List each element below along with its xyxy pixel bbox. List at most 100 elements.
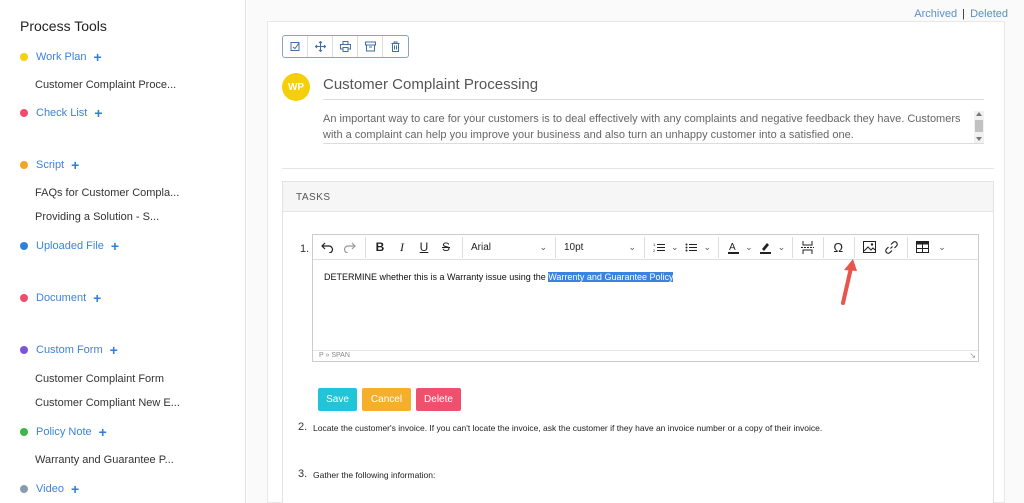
sidebar-category-script[interactable]: Script + [20, 157, 79, 173]
archived-link[interactable]: Archived [914, 8, 957, 20]
redo-icon[interactable] [339, 237, 359, 257]
bold-icon[interactable]: B [370, 237, 390, 257]
sidebar-item[interactable]: Warranty and Guarantee P... [35, 453, 174, 467]
bullet-list-icon[interactable] [682, 237, 702, 257]
category-dot [20, 485, 28, 493]
editor-statusbar: P » SPAN [313, 350, 978, 361]
category-dot [20, 161, 28, 169]
sidebar-category-document[interactable]: Document + [20, 290, 101, 306]
toolbar-separator [644, 236, 645, 258]
sidebar-category-work-plan[interactable]: Work Plan + [20, 49, 102, 65]
category-label: Custom Form [36, 344, 103, 356]
sidebar-item[interactable]: Customer Complaint Form [35, 372, 164, 386]
category-dot [20, 346, 28, 354]
font-family-value: Arial [471, 241, 492, 253]
category-dot [20, 53, 28, 61]
numbered-list-icon[interactable]: 12 [649, 237, 669, 257]
add-icon[interactable]: + [99, 425, 107, 439]
add-icon[interactable]: + [94, 106, 102, 120]
table-icon[interactable] [912, 237, 932, 257]
underline-icon[interactable]: U [414, 237, 434, 257]
main-content: Archived | Deleted WP Customer Complaint… [247, 0, 1024, 503]
editor-toolbar: B I U S Arial ⌄ 10pt ⌄ 1 2 ⌄ ⌄ A ⌄ ⌄ Ω ⌄ [313, 235, 978, 260]
category-label: Uploaded File [36, 240, 104, 252]
delete-button[interactable]: Delete [416, 388, 461, 411]
task-text[interactable]: Gather the following information: [313, 470, 435, 480]
undo-icon[interactable] [317, 237, 337, 257]
chevron-down-icon[interactable]: ⌄ [671, 242, 679, 253]
sidebar-item[interactable]: Providing a Solution - S... [35, 210, 159, 224]
toolbar-separator [462, 236, 463, 258]
print-icon[interactable] [333, 36, 358, 57]
chevron-down-icon[interactable]: ⌄ [704, 242, 712, 253]
add-icon[interactable]: + [110, 343, 118, 357]
task-number: 2. [298, 421, 308, 433]
deleted-link[interactable]: Deleted [970, 8, 1008, 20]
toolbar-separator [907, 236, 909, 258]
add-icon[interactable]: + [94, 50, 102, 64]
toolbar-separator [555, 236, 556, 258]
image-icon[interactable] [859, 237, 879, 257]
category-dot [20, 428, 28, 436]
task-number: 1. [300, 243, 310, 255]
trash-icon[interactable] [383, 36, 408, 57]
page-title[interactable]: Customer Complaint Processing [323, 76, 984, 100]
font-size-select[interactable]: 10pt ⌄ [560, 237, 640, 257]
cancel-button[interactable]: Cancel [362, 388, 411, 411]
process-toolbar [282, 35, 409, 58]
sidebar-category-check-list[interactable]: Check List + [20, 105, 103, 121]
move-icon[interactable] [308, 36, 333, 57]
scroll-down-icon[interactable] [976, 137, 982, 141]
page-break-icon[interactable] [797, 237, 817, 257]
description-scrollbar[interactable] [974, 111, 984, 143]
chevron-down-icon[interactable]: ⌄ [745, 242, 753, 253]
sidebar-category-video[interactable]: Video + [20, 481, 79, 497]
font-size-value: 10pt [564, 241, 584, 253]
highlight-color-icon[interactable] [756, 237, 776, 257]
chevron-down-icon: ⌄ [628, 241, 636, 252]
sidebar-item[interactable]: Customer Complaint Proce... [35, 78, 176, 92]
link-icon[interactable] [881, 237, 901, 257]
strikethrough-icon[interactable]: S [436, 237, 456, 257]
svg-text:A: A [729, 242, 736, 253]
process-panel: WP Customer Complaint Processing An impo… [267, 21, 1005, 503]
link-separator: | [962, 8, 966, 20]
archive-icon[interactable] [358, 36, 383, 57]
toolbar-separator [823, 236, 825, 258]
add-icon[interactable]: + [93, 291, 101, 305]
toolbar-separator [718, 236, 720, 258]
sidebar-category-policy-note[interactable]: Policy Note + [20, 424, 107, 440]
selected-text[interactable]: Warrenty and Guarantee Policy [548, 272, 674, 282]
toolbar-separator [854, 236, 856, 258]
task-text[interactable]: Locate the customer's invoice. If you ca… [313, 423, 822, 433]
add-icon[interactable]: + [111, 239, 119, 253]
category-label: Policy Note [36, 426, 92, 438]
add-icon[interactable]: + [71, 482, 79, 496]
chevron-down-icon[interactable]: ⌄ [778, 242, 786, 253]
rich-text-editor[interactable]: B I U S Arial ⌄ 10pt ⌄ 1 2 ⌄ ⌄ A ⌄ ⌄ Ω ⌄… [312, 234, 979, 362]
text-color-icon[interactable]: A [723, 237, 743, 257]
category-label: Check List [36, 107, 88, 119]
sidebar-category-uploaded-file[interactable]: Uploaded File + [20, 238, 119, 254]
sidebar: Process Tools Work Plan + Customer Compl… [0, 0, 246, 503]
chevron-down-icon[interactable]: ⌄ [938, 242, 946, 253]
sidebar-item[interactable]: FAQs for Customer Compla... [35, 186, 179, 200]
scroll-up-icon[interactable] [976, 112, 982, 116]
sidebar-category-custom-form[interactable]: Custom Form + [20, 342, 118, 358]
save-button[interactable]: Save [318, 388, 357, 411]
edit-icon[interactable] [283, 36, 308, 57]
sidebar-title: Process Tools [20, 18, 107, 34]
italic-icon[interactable]: I [392, 237, 412, 257]
description-field[interactable]: An important way to care for your custom… [323, 111, 984, 144]
svg-text:2: 2 [653, 248, 656, 253]
add-icon[interactable]: + [71, 158, 79, 172]
font-family-select[interactable]: Arial ⌄ [467, 237, 551, 257]
sidebar-item[interactable]: Customer Compliant New E... [35, 396, 180, 410]
resize-handle-icon[interactable]: ↘ [969, 351, 976, 360]
top-links: Archived | Deleted [914, 8, 1008, 20]
category-label: Video [36, 483, 64, 495]
special-character-icon[interactable]: Ω [828, 237, 848, 257]
task-text: DETERMINE whether this is a Warranty iss… [324, 272, 549, 282]
scroll-thumb[interactable] [975, 120, 983, 132]
editor-content[interactable]: DETERMINE whether this is a Warranty iss… [313, 260, 978, 350]
